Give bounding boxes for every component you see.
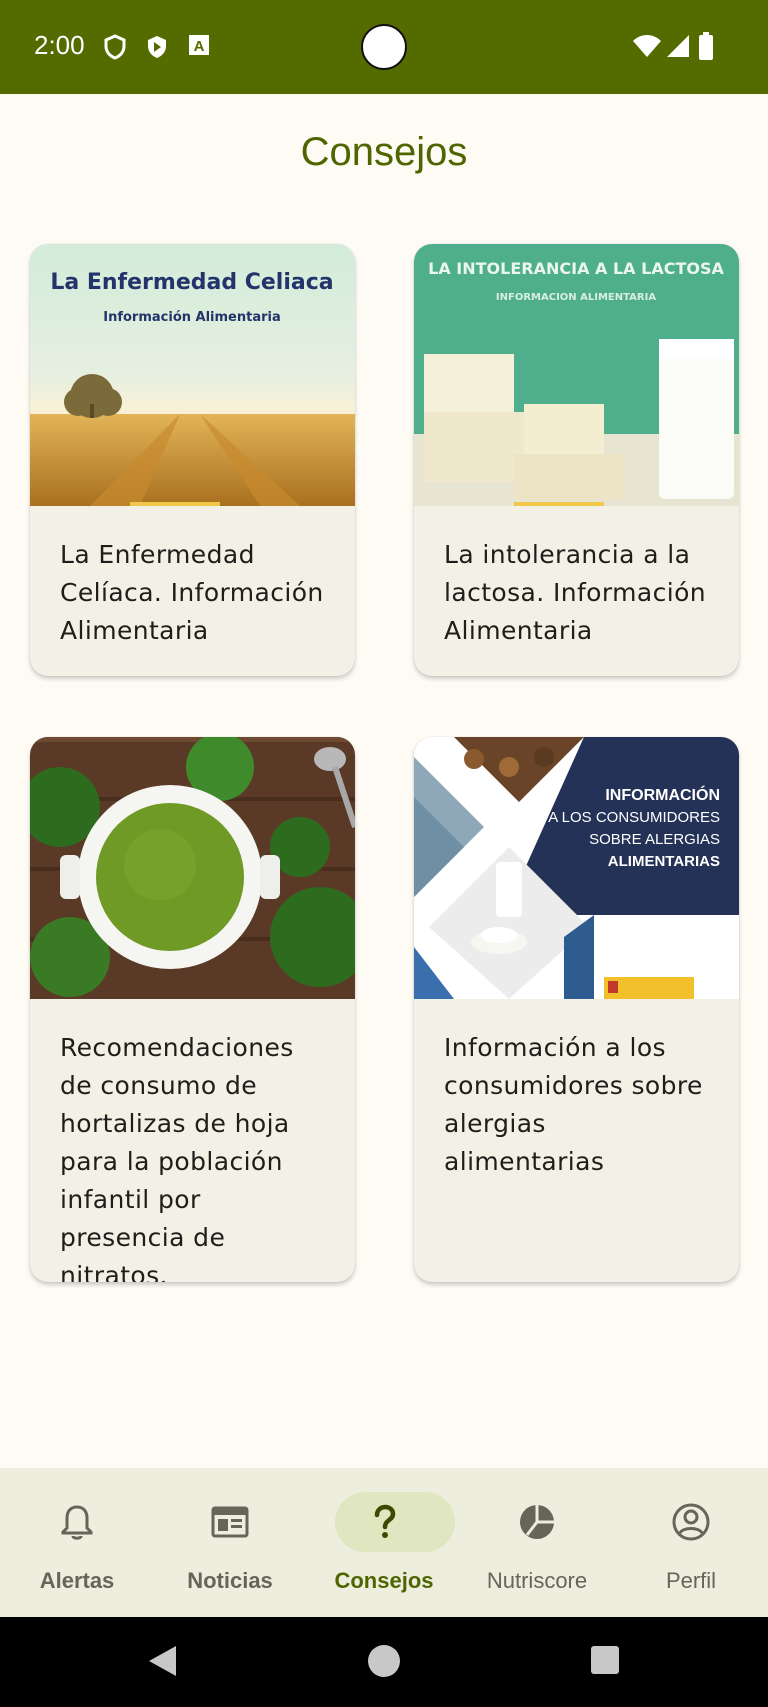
question-icon — [374, 1504, 396, 1538]
bottom-navigation: Alertas Noticias Consejos Nutriscore Per… — [0, 1468, 768, 1617]
nav-label: Nutriscore — [486, 1568, 588, 1593]
wifi-icon — [633, 35, 661, 57]
battery-icon — [699, 32, 713, 60]
card-image-nitrates — [30, 737, 355, 999]
status-bar: 2:00 A — [0, 0, 768, 94]
card-image-title-line-3: SOBRE ALERGIAS — [589, 831, 720, 848]
translate-icon: A — [189, 35, 209, 55]
card-image-title-line-2: A LOS CONSUMIDORES — [548, 809, 720, 826]
nav-label: Noticias — [187, 1568, 273, 1593]
nav-label: Alertas — [39, 1568, 115, 1593]
card-text: La Enfermedad Celíaca. Información Alime… — [60, 540, 324, 645]
account-circle-icon — [672, 1503, 710, 1541]
back-icon[interactable] — [146, 1644, 178, 1678]
home-icon[interactable] — [367, 1644, 401, 1678]
card-image-subtitle: Información Alimentaria — [103, 310, 281, 325]
system-navigation-bar — [0, 1617, 768, 1707]
pie-chart-icon — [520, 1505, 554, 1539]
recents-icon[interactable] — [590, 1645, 620, 1675]
nav-item-consejos[interactable]: Consejos — [307, 1468, 461, 1617]
card-image-allergies: INFORMACIÓN A LOS CONSUMIDORES SOBRE ALE… — [414, 737, 739, 999]
nav-label: Consejos — [334, 1568, 434, 1593]
tip-card-lactose[interactable]: LA INTOLERANCIA A LA LACTOSA INFORMACION… — [414, 244, 739, 676]
shield-icon — [104, 34, 126, 60]
svg-text:A: A — [194, 38, 205, 55]
play-shield-icon — [148, 36, 166, 58]
signal-icon — [667, 35, 689, 57]
card-image-title: La Enfermedad Celiaca — [50, 270, 333, 295]
newspaper-icon — [211, 1506, 249, 1538]
status-time: 2:00 — [34, 30, 85, 60]
nav-label: Perfil — [665, 1568, 717, 1593]
card-text: Recomendaciones de consumo de hortalizas… — [60, 1033, 294, 1282]
tip-card-celiac[interactable]: La Enfermedad Celiaca Información Alimen… — [30, 244, 355, 676]
card-text: Información a los consumidores sobre ale… — [444, 1033, 703, 1176]
nav-item-noticias[interactable]: Noticias — [153, 1468, 307, 1617]
nav-item-alertas[interactable]: Alertas — [0, 1468, 154, 1617]
card-image-subtitle: INFORMACION ALIMENTARIA — [496, 292, 656, 303]
card-image-title-line-4: ALIMENTARIAS — [608, 853, 720, 870]
card-text: La intolerancia a la lactosa. Informació… — [444, 540, 707, 645]
card-image-title-line-1: INFORMACIÓN — [605, 785, 720, 804]
card-image-title: LA INTOLERANCIA A LA LACTOSA — [428, 259, 724, 278]
tip-card-nitrates[interactable]: Recomendaciones de consumo de hortalizas… — [30, 737, 355, 1282]
page-title: Consejos — [300, 130, 468, 174]
nav-item-nutriscore[interactable]: Nutriscore — [460, 1468, 614, 1617]
card-image-celiac: La Enfermedad Celiaca Información Alimen… — [30, 244, 355, 506]
tip-card-allergies[interactable]: INFORMACIÓN A LOS CONSUMIDORES SOBRE ALE… — [414, 737, 739, 1282]
camera-cutout — [361, 24, 407, 70]
nav-item-perfil[interactable]: Perfil — [614, 1468, 768, 1617]
bell-icon — [61, 1505, 93, 1540]
card-image-lactose: LA INTOLERANCIA A LA LACTOSA INFORMACION… — [414, 244, 739, 506]
